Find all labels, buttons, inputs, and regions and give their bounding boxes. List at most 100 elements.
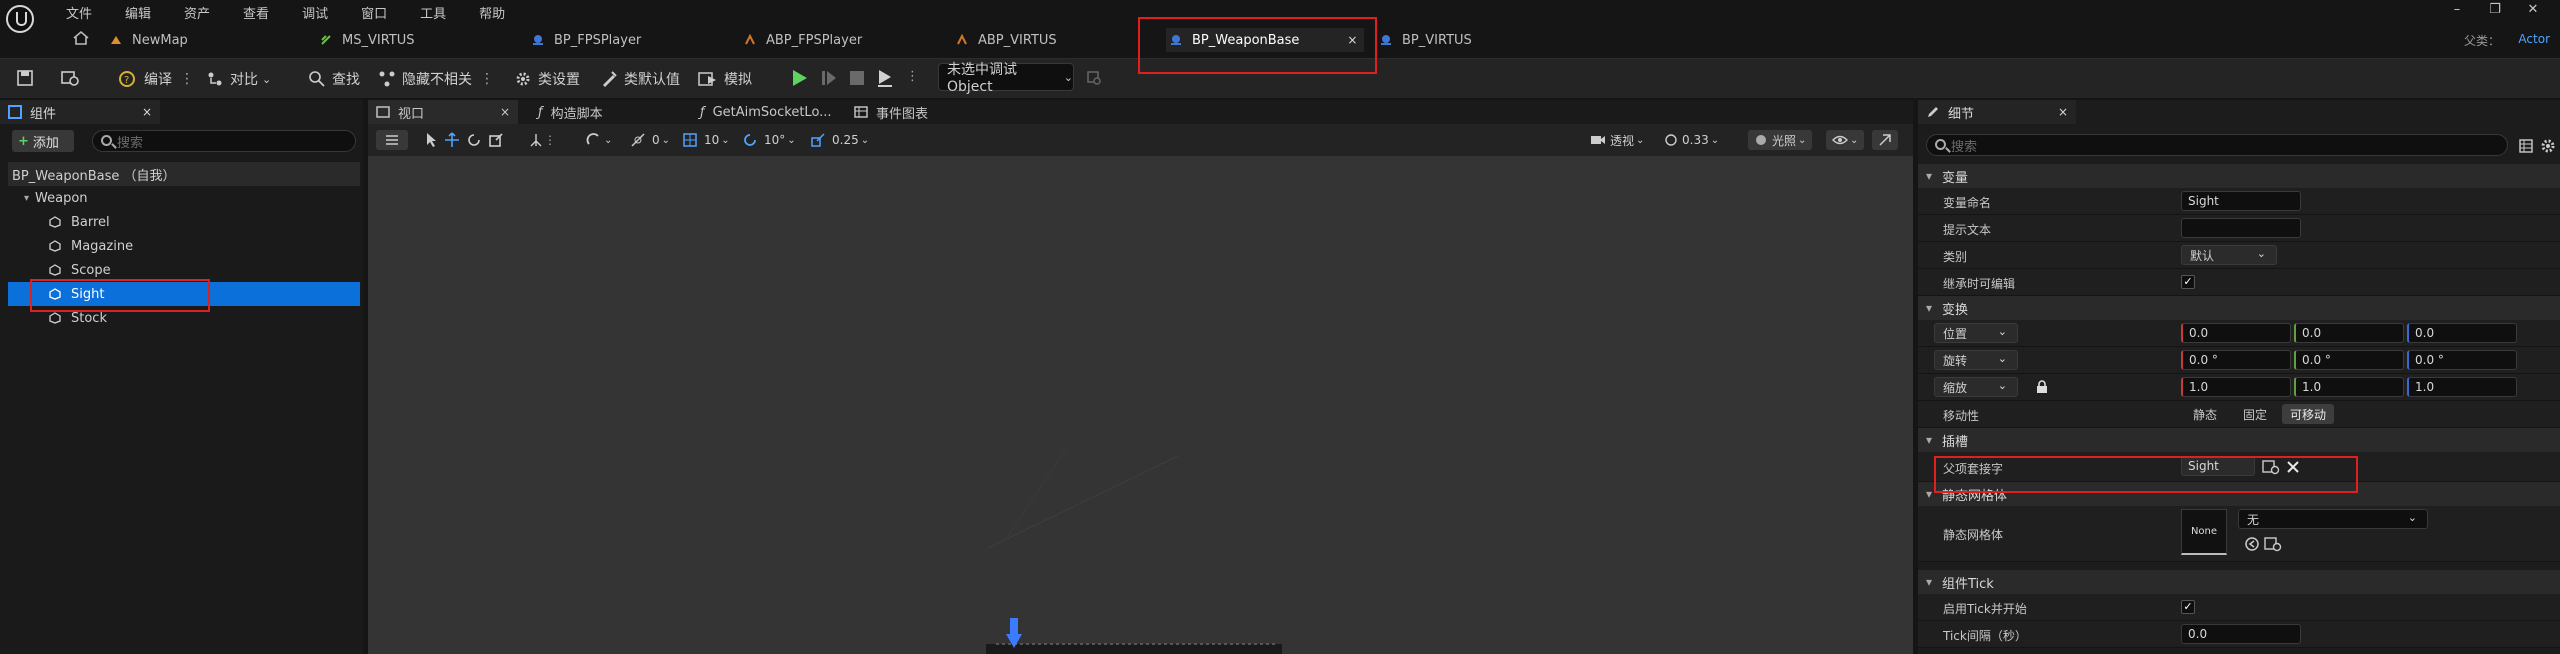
tab-ms-virtus[interactable]: MS_VIRTUS (320, 28, 520, 52)
components-search-input[interactable]: 搜索 (92, 130, 356, 152)
step-icon[interactable] (818, 67, 840, 89)
static-mesh-dropdown[interactable]: 无 ⌄ (2238, 509, 2428, 529)
hide-unrelated-button[interactable]: 隐藏不相关 ⋮ (378, 66, 494, 92)
rotation-snap-button[interactable]: 10° ⌄ (742, 130, 796, 150)
table-view-icon[interactable] (2518, 138, 2534, 154)
world-local-icon[interactable] (528, 130, 544, 150)
menu-file[interactable]: 文件 (66, 3, 92, 22)
tab-bp-fpsplayer[interactable]: BP_FPSPlayer (532, 28, 732, 52)
tree-root-item[interactable]: BP_WeaponBase （自我） (8, 162, 360, 186)
menu-window[interactable]: 窗口 (361, 3, 387, 22)
select-tool-icon[interactable] (424, 130, 438, 150)
class-defaults-button[interactable]: 类默认值 (600, 66, 680, 92)
more-icon[interactable]: ⋮ (544, 130, 556, 150)
close-icon[interactable]: × (2058, 105, 2068, 119)
tree-item-barrel[interactable]: Barrel (8, 210, 360, 234)
menu-tools[interactable]: 工具 (420, 3, 446, 22)
tooltip-input[interactable] (2181, 218, 2301, 238)
viewport-options-button[interactable] (376, 130, 408, 150)
close-icon[interactable]: × (500, 105, 510, 119)
mobility-movable-option[interactable]: 可移动 (2282, 404, 2334, 424)
location-x-input[interactable]: 0.0 (2181, 323, 2291, 343)
location-z-input[interactable]: 0.0 (2407, 323, 2517, 343)
debug-browse-icon[interactable] (1086, 70, 1102, 86)
scale-z-input[interactable]: 1.0 (2407, 377, 2517, 397)
static-mesh-thumbnail[interactable]: None (2181, 509, 2227, 555)
category-transform[interactable]: 变换 (1918, 296, 2560, 320)
location-mode-dropdown[interactable]: 位置 ⌄ (1934, 323, 2018, 343)
play-options-icon[interactable] (874, 67, 896, 89)
clear-icon[interactable] (2286, 460, 2300, 474)
start-with-tick-checkbox[interactable]: ✓ (2181, 600, 2195, 614)
tree-item-magazine[interactable]: Magazine (8, 234, 360, 258)
tree-item-weapon[interactable]: ▾ Weapon (8, 186, 360, 210)
rotate-tool-icon[interactable] (466, 130, 482, 150)
grid-snap-button[interactable]: 10 ⌄ (682, 130, 730, 150)
use-selected-icon[interactable] (2244, 536, 2260, 552)
hide-unrelated-options-icon[interactable]: ⋮ (480, 71, 494, 87)
gear-icon[interactable] (2540, 138, 2556, 154)
tab-components[interactable]: 组件 × (0, 100, 160, 124)
category-variable[interactable]: 变量 (1918, 164, 2560, 188)
tab-bp-weaponbase[interactable]: BP_WeaponBase × (1166, 28, 1364, 52)
scale-y-input[interactable]: 1.0 (2294, 377, 2404, 397)
diff-button[interactable]: 对比 ⌄ (206, 66, 271, 92)
show-flags-button[interactable]: ⌄ (1826, 130, 1865, 150)
location-y-input[interactable]: 0.0 (2294, 323, 2404, 343)
tick-interval-input[interactable]: 0.0 (2181, 624, 2301, 644)
browse-asset-icon[interactable] (2264, 536, 2282, 552)
tab-bp-virtus[interactable]: BP_VIRTUS (1380, 28, 1540, 52)
home-icon[interactable] (72, 30, 90, 46)
category-static-mesh[interactable]: 静态网格体 (1918, 482, 2560, 506)
add-component-button[interactable]: + 添加 (12, 130, 74, 152)
category-sockets[interactable]: 插槽 (1918, 428, 2560, 452)
close-icon[interactable]: × (142, 105, 152, 119)
translate-tool-icon[interactable] (444, 130, 460, 150)
tab-function[interactable]: ƒ GetAimSocketLo... (700, 100, 832, 124)
mobility-static-option[interactable]: 静态 (2181, 404, 2229, 424)
maximize-button[interactable]: ❐ (2476, 2, 2514, 17)
surface-snap-button[interactable]: ⌄ (586, 130, 612, 150)
menu-asset[interactable]: 资产 (184, 3, 210, 22)
tree-item-scope[interactable]: Scope (8, 258, 360, 282)
scale-snap-button[interactable]: 0.25 ⌄ (810, 130, 869, 150)
compile-options-icon[interactable]: ⋮ (180, 71, 194, 87)
compile-button[interactable]: ? 编译 ⋮ (116, 66, 194, 92)
play-more-icon[interactable]: ⋮ (906, 69, 919, 84)
menu-debug[interactable]: 调试 (302, 3, 328, 22)
menu-help[interactable]: 帮助 (479, 3, 505, 22)
simulate-button[interactable]: 模拟 (698, 66, 752, 92)
browse-socket-icon[interactable] (2262, 459, 2280, 475)
camera-speed-button[interactable]: 0.33 ⌄ (1664, 130, 1719, 150)
tab-details[interactable]: 细节 × (1918, 100, 2076, 124)
rotation-y-input[interactable]: 0.0 ° (2294, 350, 2404, 370)
lock-icon[interactable] (2036, 380, 2048, 394)
view-mode-button[interactable]: 光照 ⌄ (1748, 130, 1813, 150)
scale-tool-icon[interactable] (488, 130, 504, 150)
tab-viewport[interactable]: 视口 × (368, 100, 518, 124)
collapse-arrow-icon[interactable]: ▾ (24, 193, 29, 204)
variable-name-input[interactable]: Sight (2181, 191, 2301, 211)
save-icon[interactable] (16, 69, 34, 87)
tab-event-graph[interactable]: 事件图表 (854, 100, 928, 124)
browse-icon[interactable] (60, 69, 80, 87)
stop-icon[interactable] (846, 67, 868, 89)
editable-inherited-checkbox[interactable]: ✓ (2181, 275, 2195, 289)
tab-close-button[interactable]: × (1347, 33, 1357, 47)
tree-item-stock[interactable]: Stock (8, 306, 360, 330)
class-settings-button[interactable]: 类设置 (514, 66, 580, 92)
perspective-button[interactable]: 透视 ⌄ (1590, 130, 1644, 150)
rotation-zero-button[interactable]: 0 ⌄ (630, 130, 670, 150)
tab-abp-virtus[interactable]: ABP_VIRTUS (956, 28, 1136, 52)
category-component-tick[interactable]: 组件Tick (1918, 570, 2560, 594)
tab-construction-script[interactable]: ƒ 构造脚本 (538, 100, 603, 124)
rotation-x-input[interactable]: 0.0 ° (2181, 350, 2291, 370)
viewport-settings-button[interactable] (1872, 130, 1898, 150)
menu-view[interactable]: 查看 (243, 3, 269, 22)
details-search-input[interactable]: 搜索 (1926, 134, 2508, 156)
category-dropdown[interactable]: 默认 ⌄ (2181, 245, 2277, 265)
unreal-logo-icon[interactable] (6, 5, 34, 33)
find-button[interactable]: 查找 (308, 66, 360, 92)
rotation-mode-dropdown[interactable]: 旋转 ⌄ (1934, 350, 2018, 370)
tree-item-sight[interactable]: Sight (8, 282, 360, 306)
